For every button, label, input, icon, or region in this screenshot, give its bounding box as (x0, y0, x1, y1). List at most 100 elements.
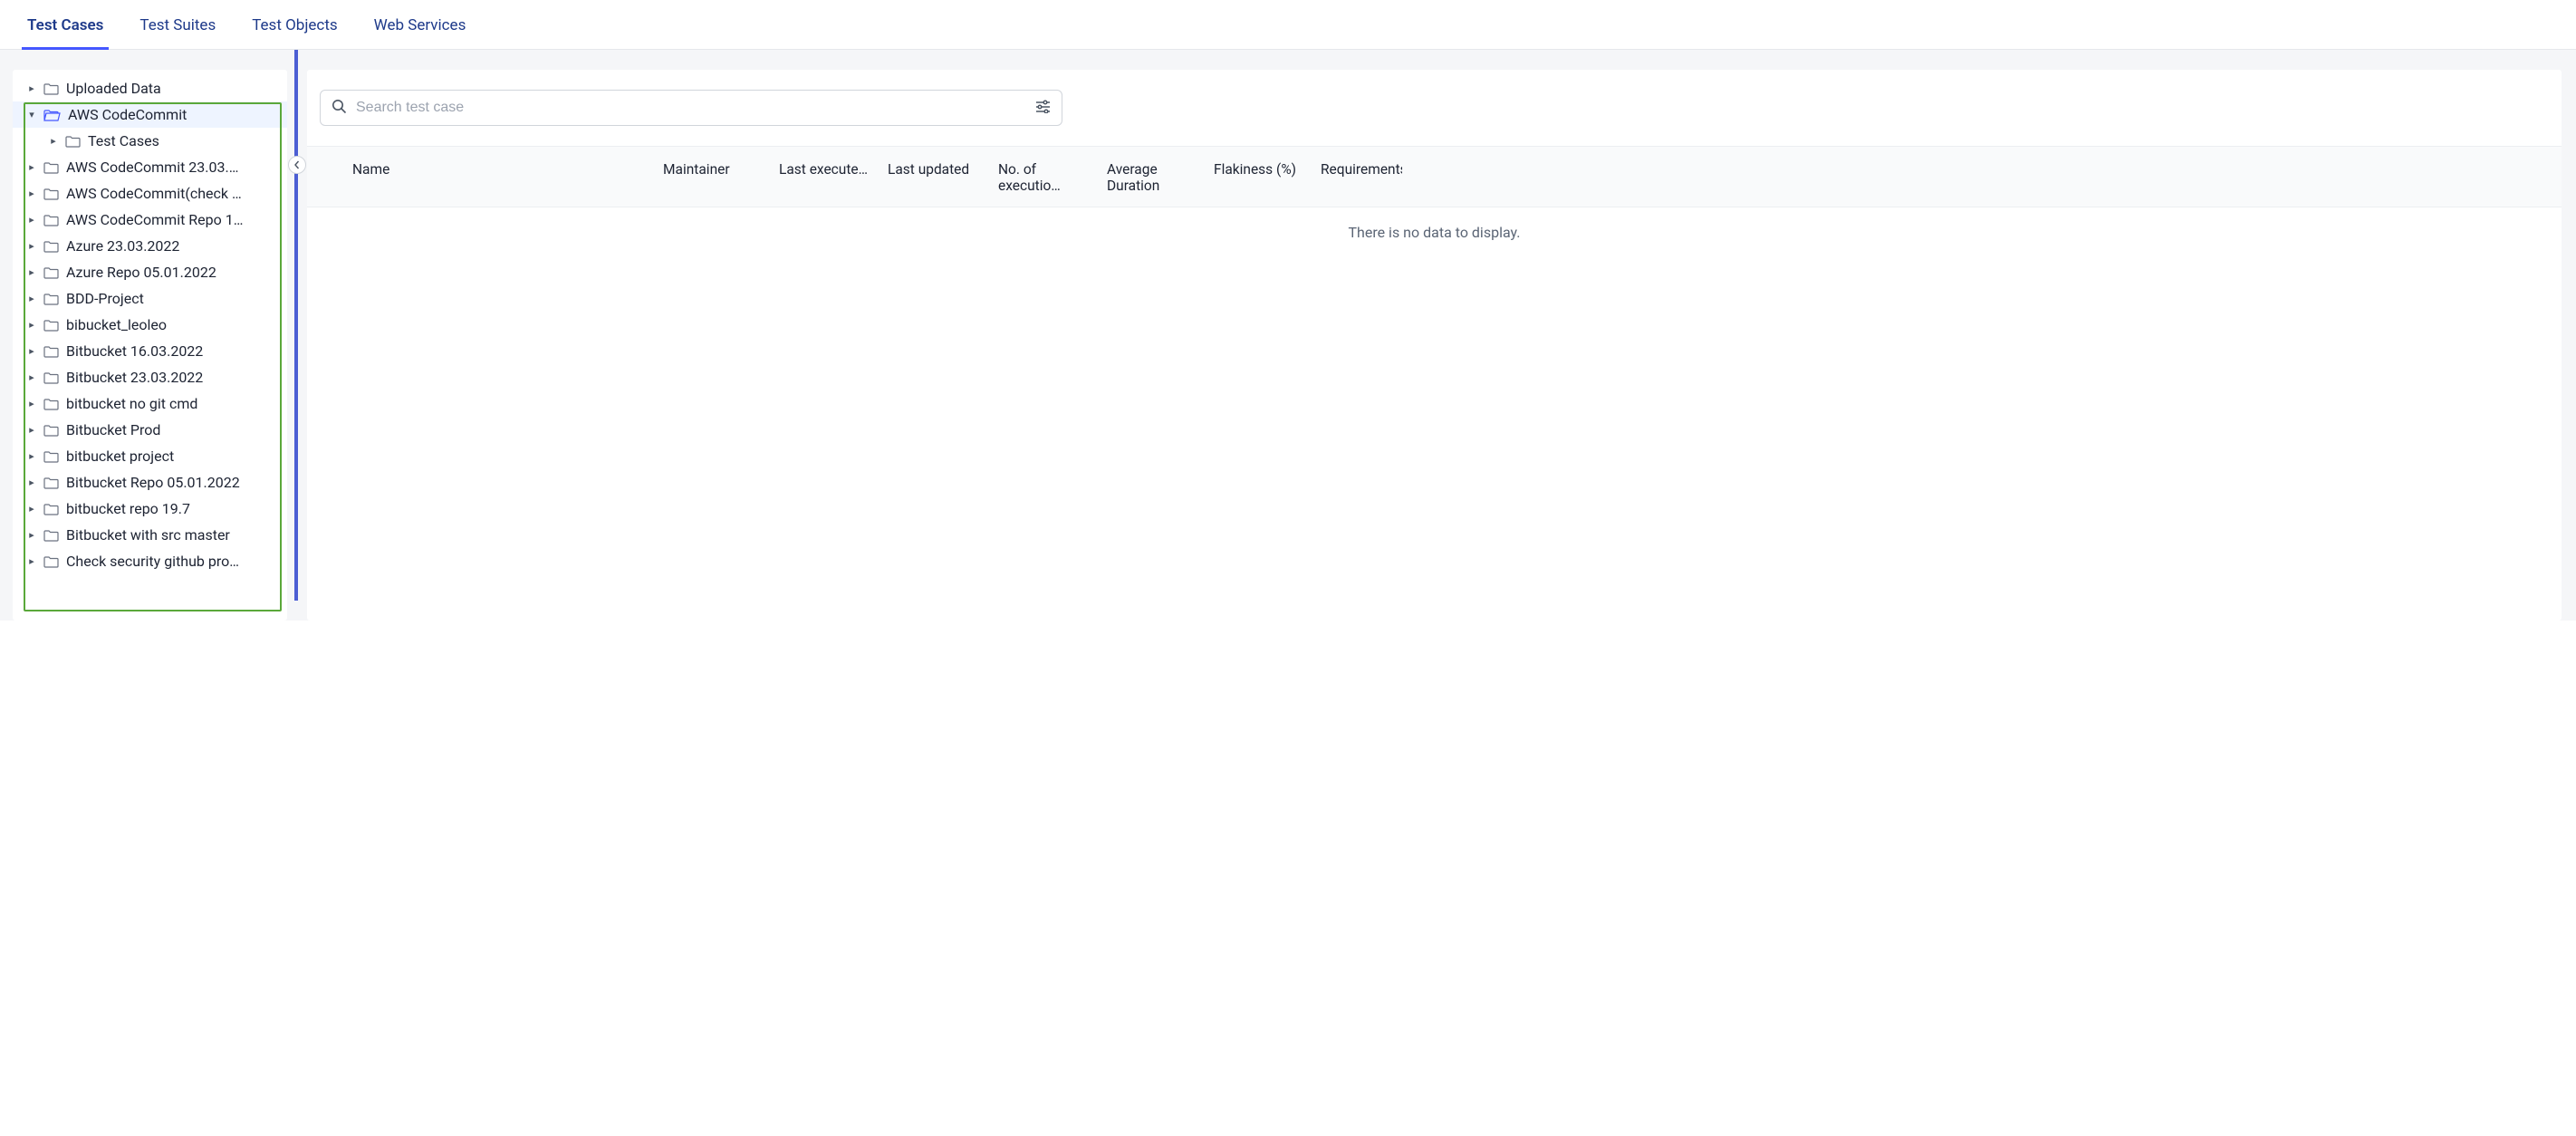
tree-item[interactable]: ▸ Azure Repo 05.01.2022 (13, 259, 287, 285)
tree-item[interactable]: ▸ AWS CodeCommit Repo 1… (13, 207, 287, 233)
tree-item[interactable]: ▸ Bitbucket Prod (13, 417, 287, 443)
chevron-left-icon (293, 160, 302, 169)
tree-item[interactable]: ▸ Bitbucket 23.03.2022 (13, 364, 287, 390)
caret-right-icon: ▸ (27, 161, 36, 173)
caret-right-icon: ▸ (27, 398, 36, 409)
caret-right-icon: ▸ (27, 188, 36, 199)
folder-icon (43, 293, 59, 305)
search-input[interactable] (356, 100, 1026, 116)
tree-item-uploaded-data[interactable]: ▸ Uploaded Data (13, 75, 287, 101)
empty-state-message: There is no data to display. (307, 207, 2562, 257)
folder-icon (43, 188, 59, 200)
tree-item-label: AWS CodeCommit(check … (66, 185, 242, 202)
caret-right-icon: ▸ (27, 371, 36, 383)
tree-item[interactable]: ▸ Bitbucket Repo 05.01.2022 (13, 469, 287, 496)
folder-icon (43, 266, 59, 279)
caret-right-icon: ▸ (27, 529, 36, 541)
folder-icon (43, 503, 59, 515)
col-last-updated[interactable]: Last updated (888, 161, 991, 194)
search-wrap (307, 90, 2562, 131)
tree-item-label: bitbucket no git cmd (66, 395, 197, 412)
tree-item-test-cases-child[interactable]: ▸ Test Cases (13, 128, 287, 154)
col-maintainer[interactable]: Maintainer (663, 161, 772, 194)
folder-icon (43, 214, 59, 226)
folder-icon (43, 450, 59, 463)
caret-right-icon: ▸ (27, 424, 36, 436)
content-area: ▸ Uploaded Data ▾ AWS CodeCommit ▸ Test … (0, 50, 2576, 621)
folder-icon (43, 398, 59, 410)
col-flakiness[interactable]: Flakiness (%) (1214, 161, 1313, 194)
tab-test-suites[interactable]: Test Suites (134, 0, 221, 49)
table-header: Name Maintainer Last execute… Last updat… (307, 146, 2562, 207)
caret-right-icon: ▸ (27, 345, 36, 357)
tree-item[interactable]: ▸ Check security github pro… (13, 548, 287, 574)
folder-icon (65, 135, 81, 148)
tree-item-label: Bitbucket 23.03.2022 (66, 369, 203, 386)
search-box (320, 90, 1062, 126)
tree-item-aws-codecommit[interactable]: ▾ AWS CodeCommit (13, 101, 287, 128)
tree-item-label: Bitbucket 16.03.2022 (66, 342, 203, 360)
caret-right-icon: ▸ (27, 555, 36, 567)
folder-icon (43, 477, 59, 489)
caret-right-icon: ▸ (27, 293, 36, 304)
tree-item-label: AWS CodeCommit Repo 1… (66, 211, 243, 228)
tab-test-objects[interactable]: Test Objects (246, 0, 342, 49)
caret-right-icon: ▸ (27, 319, 36, 331)
tree-item[interactable]: ▸bitbucket project (13, 443, 287, 469)
caret-right-icon: ▸ (27, 477, 36, 488)
col-name[interactable]: Name (352, 161, 656, 194)
tree-item[interactable]: ▸ bitbucket no git cmd (13, 390, 287, 417)
tree-item[interactable]: ▸ bitbucket repo 19.7 (13, 496, 287, 522)
tree-item-label: Bitbucket Repo 05.01.2022 (66, 474, 240, 491)
tree-item[interactable]: ▸Bitbucket with src master (13, 522, 287, 548)
tab-test-cases[interactable]: Test Cases (22, 0, 109, 49)
col-avg-duration[interactable]: Average Duration (1107, 161, 1206, 194)
tree-item-label: Bitbucket Prod (66, 421, 160, 438)
filter-icon[interactable] (1035, 100, 1051, 117)
tree-item-label: bitbucket repo 19.7 (66, 500, 190, 517)
folder-icon (43, 345, 59, 358)
tree-item-label: Check security github pro… (66, 553, 239, 570)
tree-item-label: Uploaded Data (66, 80, 161, 97)
caret-down-icon: ▾ (27, 109, 36, 120)
tree-item[interactable]: ▸ Bitbucket 16.03.2022 (13, 338, 287, 364)
folder-icon (43, 555, 59, 568)
tree-item-label: AWS CodeCommit 23.03.… (66, 159, 238, 176)
caret-right-icon: ▸ (27, 503, 36, 515)
tree-item[interactable]: ▸ AWS CodeCommit 23.03.… (13, 154, 287, 180)
folder-tree-rest: ▸ AWS CodeCommit 23.03.… ▸ AWS CodeCommit(c… (13, 154, 287, 574)
tab-web-services[interactable]: Web Services (369, 0, 472, 49)
tree-item-label: bibucket_leoleo (66, 316, 167, 333)
tree-item-label: Azure Repo 05.01.2022 (66, 264, 216, 281)
folder-icon (43, 240, 59, 253)
tabs-bar: Test Cases Test Suites Test Objects Web … (0, 0, 2576, 50)
tree-item-label: Test Cases (88, 132, 159, 149)
caret-right-icon: ▸ (27, 240, 36, 252)
caret-right-icon: ▸ (27, 266, 36, 278)
tree-item-label: Azure 23.03.2022 (66, 237, 179, 255)
resize-divider[interactable] (294, 50, 298, 601)
caret-right-icon: ▸ (27, 82, 36, 94)
caret-right-icon: ▸ (49, 135, 58, 147)
collapse-sidebar-button[interactable] (288, 156, 306, 174)
tree-item[interactable]: ▸ Azure 23.03.2022 (13, 233, 287, 259)
folder-icon (43, 424, 59, 437)
tree-item[interactable]: ▸ AWS CodeCommit(check … (13, 180, 287, 207)
search-icon (332, 99, 347, 118)
folder-open-icon (43, 109, 61, 121)
folder-icon (43, 82, 59, 95)
tree-item-label: BDD-Project (66, 290, 144, 307)
col-no-executions[interactable]: No. of executio… (998, 161, 1100, 194)
tree-item[interactable]: ▸ bibucket_leoleo (13, 312, 287, 338)
folder-icon (43, 161, 59, 174)
caret-right-icon: ▸ (27, 214, 36, 226)
folder-icon (43, 319, 59, 332)
col-requirements[interactable]: Requirements (1321, 161, 1402, 194)
tree-item-label: AWS CodeCommit (68, 106, 187, 123)
folder-icon (43, 371, 59, 384)
folder-icon (43, 529, 59, 542)
tree-item[interactable]: ▸ BDD-Project (13, 285, 287, 312)
sidebar-panel: ▸ Uploaded Data ▾ AWS CodeCommit ▸ Test … (13, 70, 287, 621)
main-panel: Name Maintainer Last execute… Last updat… (307, 70, 2562, 621)
col-last-execute[interactable]: Last execute… (779, 161, 880, 194)
